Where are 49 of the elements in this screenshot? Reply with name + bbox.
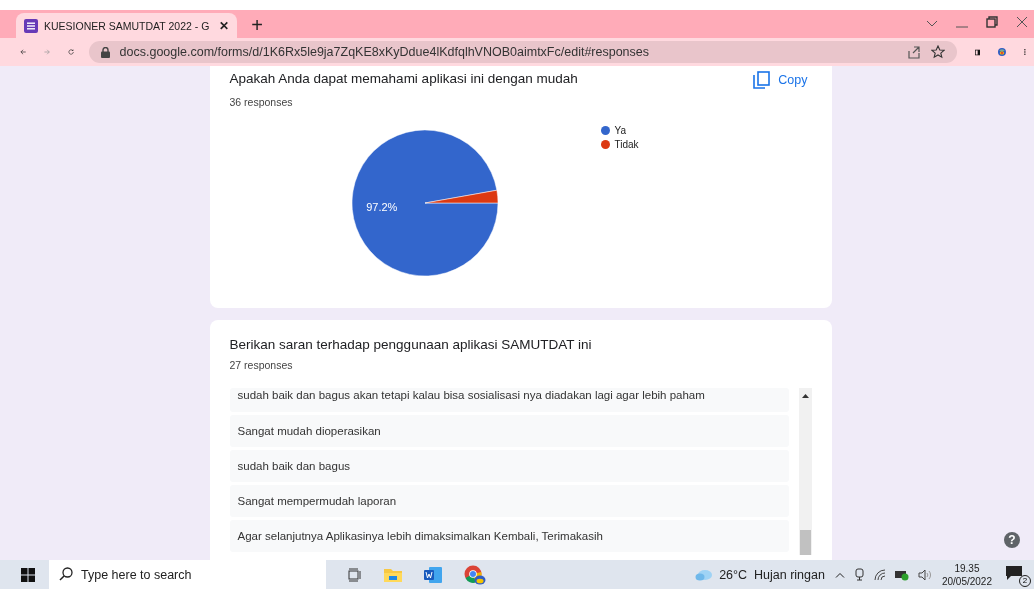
lock-icon bbox=[100, 46, 110, 58]
search-icon bbox=[59, 567, 73, 581]
folder-icon[interactable] bbox=[384, 567, 402, 582]
restore-icon[interactable] bbox=[986, 16, 998, 28]
legend-label: Ya bbox=[614, 125, 626, 136]
meet-now-icon[interactable] bbox=[853, 568, 865, 581]
taskbar-search-field[interactable]: Type here to search bbox=[49, 560, 326, 589]
document-app-icon[interactable] bbox=[424, 566, 442, 583]
help-button[interactable]: ? bbox=[1004, 532, 1020, 548]
clock-date[interactable]: 20/05/2022 bbox=[941, 574, 992, 588]
notification-icon[interactable] bbox=[1006, 565, 1022, 580]
url-text: docs.google.com/forms/d/1K6Rx5le9ja7ZqKE8xKyDdue4lKdfqlhVNOB0aimtxFc/edit#responses bbox=[119, 45, 649, 59]
copy-icon bbox=[753, 71, 771, 89]
new-tab-button[interactable]: + bbox=[251, 14, 263, 36]
star-icon[interactable] bbox=[930, 45, 945, 59]
question-title: Berikan saran terhadap penggunaan aplikasi SAMUTDAT ini bbox=[229, 337, 593, 352]
share-icon[interactable] bbox=[906, 45, 921, 59]
close-icon[interactable] bbox=[1016, 16, 1028, 28]
battery-icon[interactable] bbox=[894, 568, 909, 581]
chevron-down-icon[interactable] bbox=[926, 20, 938, 28]
response-item: Sangat mudah dioperasikan bbox=[229, 415, 789, 447]
response-item: Agar selanjutnya Aplikasinya lebih dimaksimalkan Kembali, Terimakasih bbox=[229, 520, 789, 552]
weather-cloud-icon bbox=[695, 567, 714, 582]
response-item: sudah baik dan bagus akan tetapi kalau bisa sosialisasi nya diadakan lagi agar lebih paham bbox=[229, 388, 789, 412]
copy-button[interactable]: Copy bbox=[751, 71, 810, 89]
browser-tab[interactable]: KUESIONER SAMUTDAT 2022 - G ✕ bbox=[16, 13, 238, 38]
close-tab-button[interactable]: ✕ bbox=[219, 18, 230, 33]
response-item: sudah baik dan bagus bbox=[229, 450, 789, 482]
tab-title: KUESIONER SAMUTDAT 2022 - G bbox=[44, 19, 210, 32]
forms-icon bbox=[24, 18, 38, 33]
speaker-icon[interactable] bbox=[917, 568, 931, 581]
response-count: 27 responses bbox=[229, 359, 294, 371]
clock-time[interactable]: 19.35 bbox=[954, 561, 980, 575]
slice-label: 97.2% bbox=[365, 200, 397, 213]
browser-app-icon[interactable] bbox=[464, 564, 486, 585]
question-title: Apakah Anda dapat memahami aplikasi ini dengan mudah bbox=[229, 71, 578, 86]
response-item: Sangat mempermudah laporan bbox=[229, 485, 789, 517]
legend-label: Tidak bbox=[614, 139, 639, 150]
windows-start-icon[interactable] bbox=[21, 567, 35, 582]
wifi-icon[interactable] bbox=[873, 568, 886, 581]
scroll-up-icon[interactable] bbox=[801, 394, 809, 398]
task-view-icon[interactable] bbox=[348, 567, 362, 582]
notification-count: 2 bbox=[1019, 574, 1031, 587]
scrollbar[interactable] bbox=[798, 388, 812, 555]
address-bar[interactable]: docs.google.com/forms/d/1K6Rx5le9ja7ZqKE8xKyDdue4lKdfqlhVNOB0aimtxFc/edit#responses bbox=[88, 41, 957, 63]
response-count: 36 responses bbox=[229, 96, 294, 108]
weather-text[interactable]: 26°C Hujan ringan bbox=[719, 567, 825, 582]
scrollbar-thumb[interactable] bbox=[799, 530, 811, 555]
chevron-up-icon[interactable] bbox=[834, 571, 845, 578]
